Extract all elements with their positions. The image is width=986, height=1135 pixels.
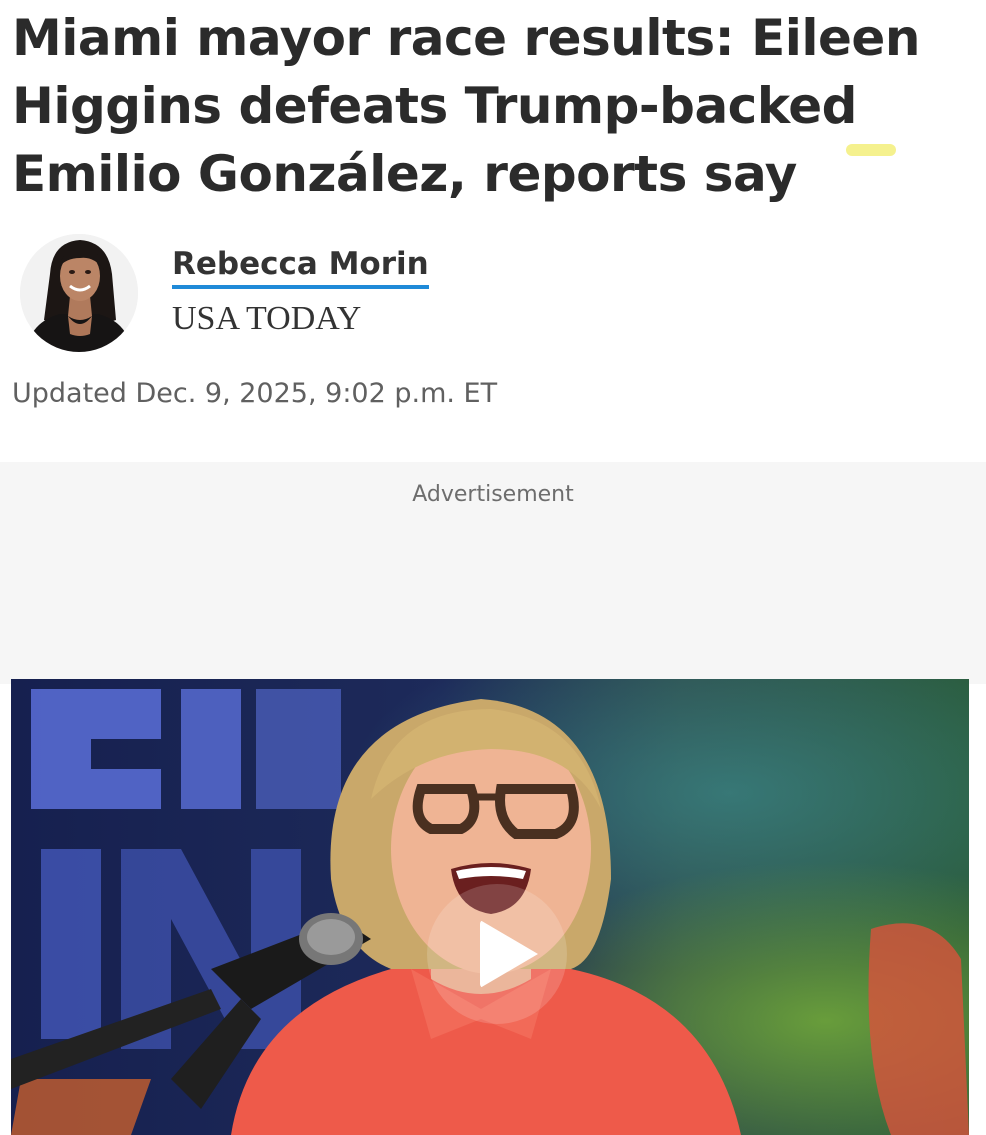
article-page: Miami mayor race results: Eileen Higgins… (0, 0, 986, 1135)
advertisement-label: Advertisement (412, 482, 574, 507)
byline: Rebecca Morin USA TODAY (20, 232, 429, 354)
publication-name: USA TODAY (172, 299, 362, 337)
advertisement-slot: Advertisement (0, 462, 986, 684)
highlight-mark (846, 144, 896, 156)
updated-timestamp: Updated Dec. 9, 2025, 9:02 p.m. ET (12, 378, 498, 409)
author-info: Rebecca Morin USA TODAY (172, 244, 429, 339)
video-player[interactable] (11, 679, 969, 1135)
play-icon (480, 920, 538, 988)
article-headline: Miami mayor race results: Eileen Higgins… (12, 9, 920, 203)
author-avatar[interactable] (20, 234, 138, 352)
author-name-link[interactable]: Rebecca Morin (172, 244, 429, 289)
play-button[interactable] (427, 884, 567, 1024)
